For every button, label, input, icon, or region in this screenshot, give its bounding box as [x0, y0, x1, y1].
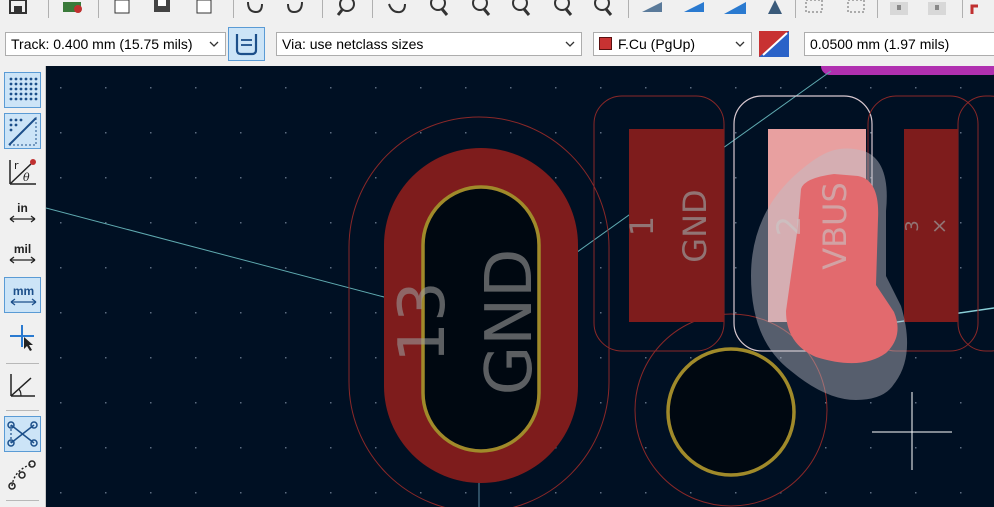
find-icon[interactable]: [334, 0, 360, 16]
net-inspector-icon[interactable]: [968, 0, 994, 16]
polar-theta-label: θ: [23, 171, 30, 184]
chevron-down-icon: [209, 41, 219, 47]
cursor-style-button[interactable]: [4, 319, 41, 355]
zoom-objects-icon[interactable]: [550, 0, 576, 16]
pad-number: 1: [623, 216, 661, 236]
pcb-drawing: 13 GND 1 GND 2 VBUS 3 ×: [46, 66, 994, 507]
toolbar-separator: [962, 0, 963, 18]
ruler-arrow-icon: [9, 256, 36, 264]
zoom-selection-icon[interactable]: [590, 0, 616, 16]
ruler-arrow-icon: [10, 298, 37, 306]
mirror-icon[interactable]: [762, 0, 788, 16]
pad-net: VBUS: [816, 182, 854, 270]
units-mils-button[interactable]: mil: [4, 236, 41, 272]
polar-r-label: r: [14, 159, 19, 172]
toolbar-separator: [795, 0, 796, 18]
rotate-ccw-icon[interactable]: [640, 0, 666, 16]
grid-dots-icon: [9, 77, 38, 101]
toolbar-separator: [6, 500, 39, 501]
lock-icon[interactable]: [886, 0, 912, 16]
group-icon[interactable]: [802, 0, 828, 16]
toolbar-separator: [98, 0, 99, 18]
pad-number: 2: [770, 216, 808, 236]
units-inches-button[interactable]: in: [4, 195, 41, 231]
board-setup-icon[interactable]: [60, 0, 86, 16]
angle-snap-button[interactable]: [4, 368, 41, 404]
unlock-icon[interactable]: [924, 0, 950, 16]
grid-overrides-button[interactable]: [4, 113, 41, 149]
grid-diagonal-icon: [7, 116, 37, 146]
units-mm-button[interactable]: mm: [4, 277, 41, 313]
curved-ratsnest-button[interactable]: [4, 458, 41, 494]
toolbar-separator: [6, 410, 39, 411]
plot-icon[interactable]: [192, 0, 218, 16]
magenta-shape: [821, 66, 994, 75]
toolbar-separator: [372, 0, 373, 18]
pad-net: GND: [473, 249, 547, 396]
pad-net: ×: [927, 218, 951, 235]
page-settings-icon[interactable]: [110, 0, 136, 16]
track-width-select[interactable]: Track: 0.400 mm (15.75 mils): [5, 32, 226, 56]
save-icon[interactable]: [6, 0, 32, 16]
refresh-icon[interactable]: [384, 0, 410, 16]
undo-icon[interactable]: [242, 0, 268, 16]
zoom-fit-icon[interactable]: [508, 0, 534, 16]
toolbar-separator: [233, 0, 234, 18]
toolbar-separator: [628, 0, 629, 18]
polar-coords-button[interactable]: r θ: [4, 154, 41, 190]
left-toolbar: r θ in mil mm: [0, 66, 46, 507]
via-size-value: Via: use netclass sizes: [282, 36, 424, 52]
layer-pair-icon: [759, 31, 789, 57]
pcb-canvas[interactable]: 13 GND 1 GND 2 VBUS 3 ×: [46, 66, 994, 507]
ratsnest-toggle-button[interactable]: [4, 416, 41, 452]
curved-ratsnest-icon: [8, 460, 36, 490]
layer-select[interactable]: F.Cu (PgUp): [593, 32, 752, 56]
layer-color-swatch: [599, 37, 612, 50]
grid-size-value: 0.0500 mm (1.97 mils): [810, 36, 950, 52]
toolbar-separator: [6, 363, 39, 364]
ungroup-icon[interactable]: [844, 0, 870, 16]
mounting-hole: [666, 347, 796, 477]
zoom-out-icon[interactable]: [468, 0, 494, 16]
layer-name: F.Cu (PgUp): [618, 36, 696, 52]
toolbar-separator: [48, 0, 49, 18]
ruler-arrow-icon: [9, 215, 36, 223]
grid-size-select[interactable]: 0.0500 mm (1.97 mils): [804, 32, 994, 56]
flip-board-icon[interactable]: [722, 0, 748, 16]
options-toolbar: Track: 0.400 mm (15.75 mils) Via: use ne…: [0, 22, 994, 67]
toolbar-separator: [877, 0, 878, 18]
pad-number: 3: [902, 220, 923, 231]
via-size-select[interactable]: Via: use netclass sizes: [276, 32, 582, 56]
track-width-icon: [235, 34, 258, 56]
layer-pair-button[interactable]: [759, 31, 789, 57]
ratsnest-icon: [7, 421, 38, 447]
grid-toggle-button[interactable]: [4, 72, 41, 108]
track-width-value: Track: 0.400 mm (15.75 mils): [11, 36, 193, 52]
pad-number: 13: [386, 281, 460, 362]
angle-icon: [10, 374, 35, 397]
main-toolbar: [0, 0, 994, 22]
polar-coords-icon: r θ: [9, 159, 36, 185]
toolbar-separator: [322, 0, 323, 18]
print-icon[interactable]: [150, 0, 176, 16]
chevron-down-icon: [565, 41, 575, 47]
zoom-in-icon[interactable]: [426, 0, 452, 16]
pad-net: GND: [676, 189, 714, 262]
chevron-down-icon: [735, 41, 745, 47]
redo-icon[interactable]: [282, 0, 308, 16]
crosshair-cursor-icon: [10, 325, 34, 351]
auto-track-width-button[interactable]: [228, 27, 265, 61]
rotate-cw-icon[interactable]: [682, 0, 708, 16]
